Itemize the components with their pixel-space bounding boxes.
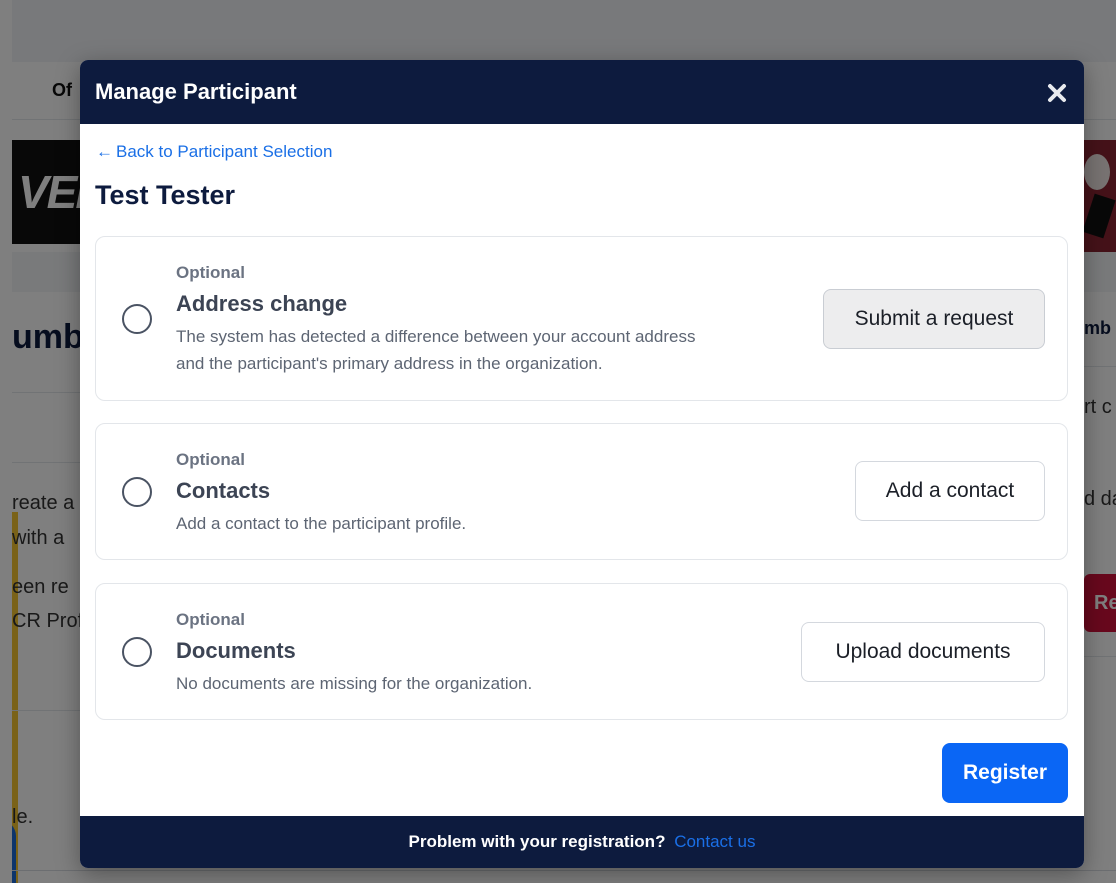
upload-documents-button[interactable]: Upload documents [801,622,1045,682]
documents-text: Optional Documents No documents are miss… [176,610,532,697]
modal-title: Manage Participant [95,79,297,104]
card-description-line: No documents are missing for the organiz… [176,674,533,693]
footer-text: Problem with your registration? [408,832,666,851]
contact-us-link[interactable]: Contact us [674,832,755,851]
card-description-line: and the participant's primary address in… [176,354,603,373]
card-title: Documents [176,638,296,663]
address-change-text: Optional Address change The system has d… [176,263,695,377]
submit-request-button[interactable]: Submit a request [823,289,1045,349]
address-change-card: Optional Address change The system has d… [95,236,1068,401]
back-link-label: Back to Participant Selection [116,142,333,161]
contacts-radio[interactable] [122,477,152,507]
contacts-card: Optional Contacts Add a contact to the p… [95,423,1068,560]
card-description: No documents are missing for the organiz… [176,670,532,697]
arrow-left-icon: ← [96,142,113,161]
card-description-line: The system has detected a difference bet… [176,327,696,346]
card-description: Add a contact to the participant profile… [176,510,466,537]
optional-label: Optional [176,610,245,629]
add-contact-button[interactable]: Add a contact [855,461,1045,521]
documents-radio[interactable] [122,637,152,667]
card-description-line: Add a contact to the participant profile… [176,514,467,533]
card-title: Contacts [176,478,271,503]
card-description: The system has detected a difference bet… [176,323,695,377]
manage-participant-modal: Manage Participant ← Back to Participant … [80,60,1084,868]
contacts-text: Optional Contacts Add a contact to the p… [176,450,466,537]
address-change-radio[interactable] [122,304,152,334]
close-icon[interactable] [1046,82,1070,106]
participant-name: Test Tester [95,180,236,210]
documents-card: Optional Documents No documents are miss… [95,583,1068,720]
card-title: Address change [176,291,348,316]
register-button[interactable]: Register [942,743,1068,803]
optional-label: Optional [176,263,245,282]
back-to-participant-selection-link[interactable]: ← Back to Participant Selection [96,142,332,162]
optional-label: Optional [176,450,245,469]
modal-footer: Problem with your registration? Contact … [80,816,1084,868]
modal-header: Manage Participant [80,60,1084,124]
